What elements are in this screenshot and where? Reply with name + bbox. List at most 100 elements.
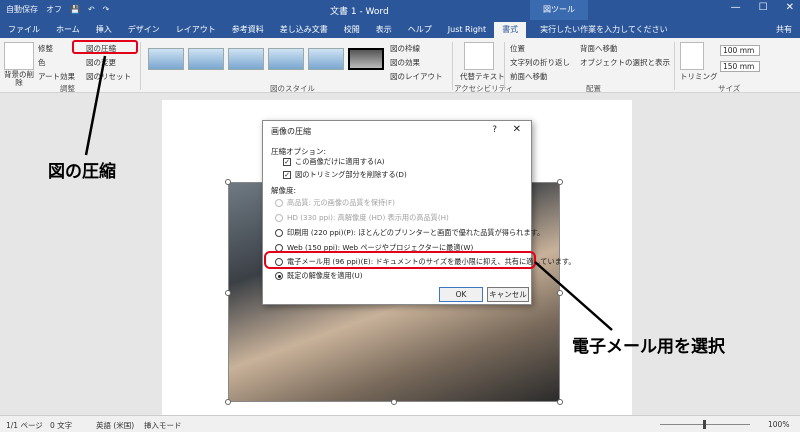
compress-highlight-box	[72, 40, 138, 54]
change-picture-button[interactable]: 図の変更	[86, 57, 116, 68]
tab-help[interactable]: ヘルプ	[400, 22, 440, 38]
reset-picture-button[interactable]: 図のリセット	[86, 71, 131, 82]
picture-style-1[interactable]	[148, 48, 184, 70]
close-icon[interactable]: ✕	[513, 124, 521, 135]
word-count[interactable]: 0 文字	[50, 420, 72, 431]
alt-text-icon[interactable]	[464, 42, 494, 70]
annotation-compress: 図の圧縮	[48, 162, 116, 182]
resolution-label: 印刷用 (220 ppi)(P): ほとんどのプリンターと画面で優れた品質が得ら…	[287, 228, 545, 237]
tab-just-right[interactable]: Just Right	[440, 22, 494, 38]
status-bar: 1/1 ページ 0 文字 英語 (米国) 挿入モード 100%	[0, 415, 800, 432]
ribbon-separator	[504, 42, 505, 90]
radio-icon	[275, 199, 283, 207]
height-field[interactable]: 100 mm	[720, 45, 760, 56]
help-icon[interactable]: ?	[492, 125, 497, 135]
title-bar: 自動保存 オフ 💾 ↶ ↷ 文書 1 - Word 図ツール — ☐ ✕	[0, 0, 800, 20]
picture-layout-button[interactable]: 図のレイアウト	[390, 71, 443, 82]
picture-style-4[interactable]	[268, 48, 304, 70]
remove-background-icon[interactable]	[4, 42, 34, 70]
wrap-text-button[interactable]: 文字列の折り返し	[510, 57, 570, 68]
resize-handle[interactable]	[225, 290, 231, 296]
bring-forward-button[interactable]: 前面へ移動	[510, 71, 548, 82]
tell-me-search[interactable]: 実行したい作業を入力してください	[540, 22, 668, 38]
radio-checked-icon[interactable]	[275, 272, 283, 280]
resolution-hd: HD (330 ppi): 高解像度 (HD) 表示用の高品質(H)	[275, 213, 449, 223]
autosave-label[interactable]: 自動保存	[6, 4, 38, 15]
picture-style-3[interactable]	[228, 48, 264, 70]
zoom-slider-thumb[interactable]	[703, 420, 706, 429]
picture-style-6[interactable]	[348, 48, 384, 70]
page-count[interactable]: 1/1 ページ	[6, 420, 43, 431]
delete-cropped-label: 図のトリミング部分を削除する(D)	[295, 170, 407, 179]
zoom-level[interactable]: 100%	[768, 420, 789, 429]
position-button[interactable]: 位置	[510, 43, 525, 54]
tab-home[interactable]: ホーム	[48, 22, 88, 38]
picture-style-5[interactable]	[308, 48, 344, 70]
email-highlight-box	[264, 251, 536, 269]
resolution-label: HD (330 ppi): 高解像度 (HD) 表示用の高品質(H)	[287, 213, 449, 222]
language[interactable]: 英語 (米国)	[96, 420, 134, 431]
document-title: 文書 1 - Word	[330, 7, 389, 17]
resolution-label: 既定の解像度を適用(U)	[287, 271, 363, 280]
delete-cropped-option[interactable]: ✓ 図のトリミング部分を削除する(D)	[283, 170, 407, 180]
ribbon-separator	[674, 42, 675, 90]
maximize-button[interactable]: ☐	[759, 2, 768, 13]
dialog-title: 画像の圧縮	[271, 127, 311, 136]
apply-only-label: この画像だけに適用する(A)	[295, 157, 385, 166]
redo-icon[interactable]: ↷	[103, 5, 110, 14]
resolution-high-fidelity: 高品質: 元の画像の品質を保持(F)	[275, 198, 395, 208]
resize-handle[interactable]	[391, 399, 397, 405]
input-mode[interactable]: 挿入モード	[144, 420, 182, 431]
undo-icon[interactable]: ↶	[88, 5, 95, 14]
window-controls: — ☐ ✕	[731, 2, 794, 13]
ribbon-separator	[452, 42, 453, 90]
width-field[interactable]: 150 mm	[720, 61, 760, 72]
crop-button[interactable]: トリミング	[680, 71, 718, 82]
resize-handle[interactable]	[557, 179, 563, 185]
autosave-state[interactable]: オフ	[46, 4, 62, 15]
send-backward-button[interactable]: 背面へ移動	[580, 43, 618, 54]
picture-effects-button[interactable]: 図の効果	[390, 57, 420, 68]
tab-file[interactable]: ファイル	[0, 22, 48, 38]
corrections-button[interactable]: 修整	[38, 43, 53, 54]
picture-style-2[interactable]	[188, 48, 224, 70]
picture-tools-label: 図ツール	[530, 0, 588, 20]
tab-references[interactable]: 参考資料	[224, 22, 272, 38]
color-button[interactable]: 色	[38, 57, 46, 68]
tab-design[interactable]: デザイン	[120, 22, 168, 38]
close-button[interactable]: ✕	[786, 2, 794, 13]
tab-review[interactable]: 校閲	[336, 22, 368, 38]
resolution-label: 高品質: 元の画像の品質を保持(F)	[287, 198, 395, 207]
tab-mailings[interactable]: 差し込み文書	[272, 22, 336, 38]
checkbox-checked-icon[interactable]: ✓	[283, 171, 291, 179]
crop-icon[interactable]	[680, 42, 704, 70]
remove-background-button[interactable]: 背景の削除	[2, 71, 36, 87]
save-icon[interactable]: 💾	[70, 5, 80, 14]
quick-access-toolbar: 自動保存 オフ 💾 ↶ ↷	[6, 4, 109, 15]
resolution-default[interactable]: 既定の解像度を適用(U)	[275, 271, 363, 281]
ribbon-separator	[140, 42, 141, 90]
tab-insert[interactable]: 挿入	[88, 22, 120, 38]
compress-options-heading: 圧縮オプション:	[271, 147, 327, 156]
share-button[interactable]: 共有	[776, 22, 792, 38]
resize-handle[interactable]	[225, 179, 231, 185]
apply-only-option[interactable]: ✓ この画像だけに適用する(A)	[283, 157, 385, 167]
resize-handle[interactable]	[557, 399, 563, 405]
resolution-heading: 解像度:	[271, 186, 297, 195]
picture-border-button[interactable]: 図の枠線	[390, 43, 420, 54]
minimize-button[interactable]: —	[731, 2, 741, 13]
radio-icon[interactable]	[275, 229, 283, 237]
resize-handle[interactable]	[225, 399, 231, 405]
checkbox-checked-icon[interactable]: ✓	[283, 158, 291, 166]
alt-text-button[interactable]: 代替テキスト	[460, 71, 505, 82]
ok-button[interactable]: OK	[439, 287, 483, 302]
tab-view[interactable]: 表示	[368, 22, 400, 38]
tab-layout[interactable]: レイアウト	[168, 22, 224, 38]
artistic-effects-button[interactable]: アート効果	[38, 71, 75, 82]
annotation-email: 電子メール用を選択	[572, 337, 725, 357]
resize-handle[interactable]	[557, 290, 563, 296]
tab-format[interactable]: 書式	[494, 22, 527, 38]
resolution-print[interactable]: 印刷用 (220 ppi)(P): ほとんどのプリンターと画面で優れた品質が得ら…	[275, 228, 544, 238]
selection-pane-button[interactable]: オブジェクトの選択と表示	[580, 57, 670, 68]
cancel-button[interactable]: キャンセル	[487, 287, 529, 302]
